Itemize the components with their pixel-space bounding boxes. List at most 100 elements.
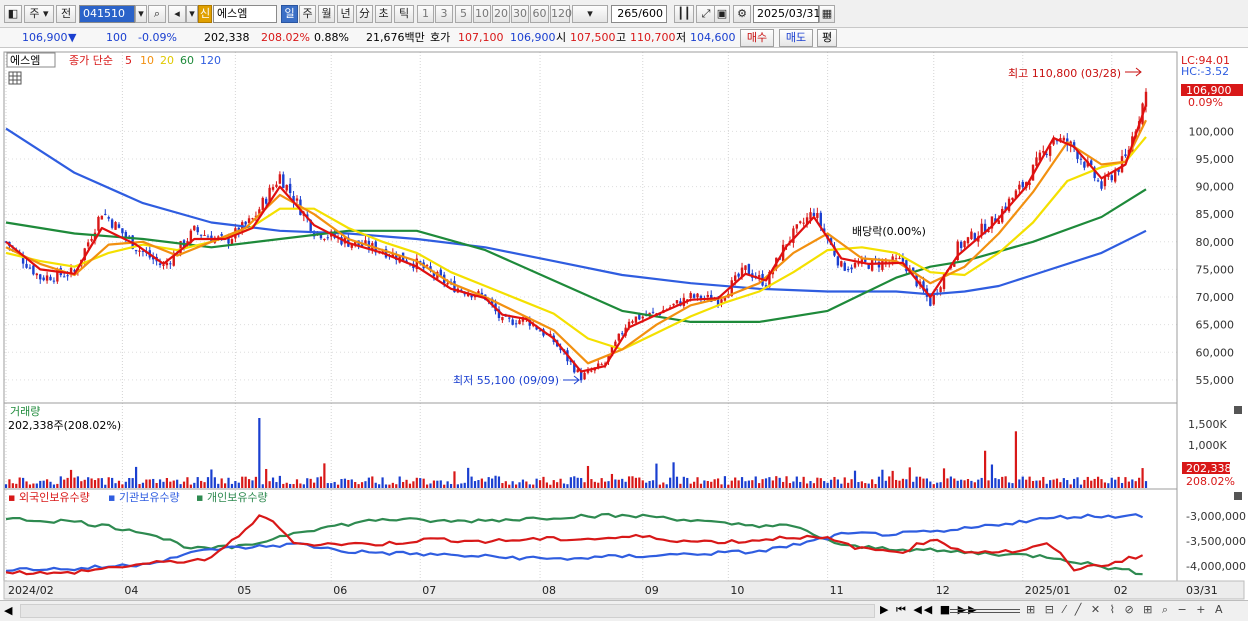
stock-name-field[interactable]: 에스엠 [213,5,277,23]
volume-bar [8,479,11,488]
buy-button[interactable]: 매수 [740,29,774,47]
volume-bar [751,480,754,488]
drawing-tool-icon[interactable]: ⤢ [696,5,716,23]
volume-bar [1114,479,1117,488]
candle-body [692,294,696,298]
volume-bar [956,480,959,488]
candle-body [583,372,586,380]
save-icon[interactable]: ▣ [714,5,730,23]
volume-bar [443,484,446,488]
volume-bar [710,481,713,488]
candle-body [812,212,816,217]
volume-bar [59,476,62,488]
interval-tab-20[interactable]: 20 [492,5,510,23]
prev-button[interactable]: 전 [56,5,76,23]
date-input[interactable]: 2025/03/31 [753,5,820,23]
code-dropdown-icon[interactable]: ▾ [135,5,147,23]
volume-bar [829,479,833,488]
date-axis-label: 04 [124,584,138,597]
candle-body [326,237,330,239]
interval-tab-5[interactable]: 5 [455,5,472,23]
volume-bar [836,479,839,488]
eval-button[interactable]: 평 [817,29,837,47]
interval-tab-120[interactable]: 120 [550,5,572,23]
interval-dropdown[interactable]: ▾ [572,5,608,23]
volume-bar [682,476,685,488]
period-tab-1[interactable]: 주 [299,5,316,23]
candle-body [843,262,846,271]
volume-bar [350,479,353,488]
market-select[interactable]: 주 ▾ [24,5,54,23]
date-axis-label: 06 [333,584,347,597]
hc-value: HC:-3.52 [1181,65,1229,78]
scroll-track[interactable] [20,604,875,618]
volume-bar [220,478,223,488]
candle-body [278,174,282,184]
volume-bar [491,478,494,488]
zoom-slider[interactable] [950,609,1020,613]
candle-body [271,187,275,190]
volume-bar [1045,483,1048,488]
speaker-icon[interactable]: ◂ [168,5,186,23]
candle-body [104,213,107,215]
date-axis-label: 05 [237,584,251,597]
volume-bar [987,480,990,488]
stock-chart[interactable]: 55,000 60,000 65,000 70,000 75,000 80,000 85,0… [0,48,1248,621]
scroll-left-icon[interactable]: ◀ [4,604,12,617]
volume-bar [597,482,600,488]
volume-bar [963,480,966,488]
volume-bar [1096,476,1100,488]
period-tab-5[interactable]: 초 [375,5,392,23]
volume-bar [162,481,165,488]
period-tab-4[interactable]: 分 [356,5,373,23]
volume-bar [621,478,624,488]
sell-button[interactable]: 매도 [779,29,813,47]
candle-body [1021,181,1024,188]
count-input[interactable]: 265/600 [611,5,667,23]
candle-body [1042,151,1045,153]
stock-code-input[interactable]: 041510 [79,5,135,23]
period-tab-6[interactable]: 틱 [394,5,414,23]
low-price: 104,600 [690,31,736,44]
period-tab-3[interactable]: 년 [337,5,354,23]
volume-bar [1031,480,1035,488]
candle-body [86,242,90,247]
calendar-icon[interactable]: ▦ [819,5,835,23]
candle-body [49,276,52,281]
holding-close-icon[interactable] [1234,492,1242,500]
window-menu-icon[interactable]: ◧ [4,5,22,23]
volume-bar [299,483,302,488]
interval-tab-10[interactable]: 10 [473,5,491,23]
volume-bar [1001,476,1004,488]
period-tab-2[interactable]: 월 [318,5,335,23]
volume-bar [333,481,336,488]
candle-body [795,224,799,229]
ask-label: 호가 [430,31,451,44]
chart-scrollbar[interactable]: ◀ ▶ ⏮ ◀◀ ■ ▶▶ ⊞ ⊟ ⁄ ╱ ✕ ⌇ ⊘ ⊞ ⌕ − + A [0,600,1248,621]
candle-body [799,221,802,223]
drawing-tools[interactable]: ⊞ ⊟ ⁄ ╱ ✕ ⌇ ⊘ ⊞ ⌕ − + A [1026,603,1226,617]
volume-bar [874,484,877,488]
interval-tab-30[interactable]: 30 [511,5,529,23]
candle-body [747,264,751,275]
speaker-dropdown-icon[interactable]: ▾ [186,5,198,23]
search-icon[interactable]: ⌕ [148,5,166,23]
period-tab-0[interactable]: 일 [281,5,298,23]
volume-bar [378,484,381,488]
dividend-annotation: 배당락(0.00%) [852,225,926,238]
candle-body [634,316,638,323]
interval-tab-1[interactable]: 1 [417,5,434,23]
volume-bar [412,481,415,488]
interval-tab-60[interactable]: 60 [530,5,549,23]
candle-body [282,174,285,189]
table-view-icon[interactable] [8,71,22,85]
candle-type-icon[interactable]: ┃┃ [674,5,694,23]
volume-bar [1042,476,1045,488]
candle-body [52,280,56,282]
volume-bar [295,479,299,488]
settings-gear-icon[interactable]: ⚙ [733,5,751,23]
volume-close-icon[interactable] [1234,406,1242,414]
volume-bar [775,476,778,488]
interval-tab-3[interactable]: 3 [435,5,453,23]
volume-bar [771,480,774,488]
